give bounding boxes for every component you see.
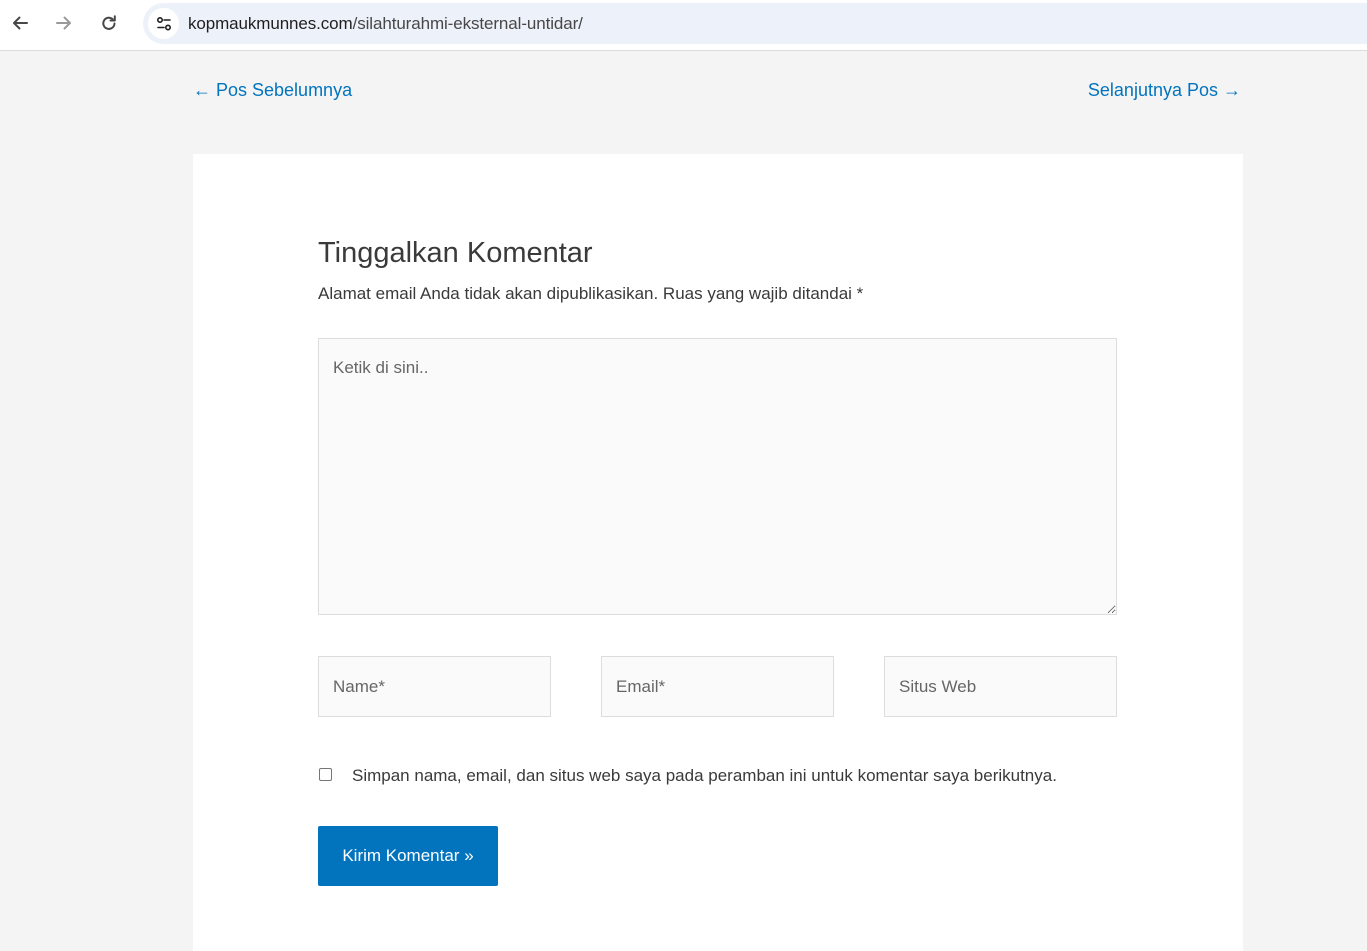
arrow-right-icon <box>56 16 71 30</box>
url-path: /silahturahmi-eksternal-untidar/ <box>352 14 583 33</box>
comment-textarea[interactable] <box>318 338 1117 615</box>
browser-toolbar: kopmaukmunnes.com/silahturahmi-eksternal… <box>0 0 1367 51</box>
next-post-link[interactable]: Selanjutnya Pos → <box>1088 80 1241 101</box>
back-button[interactable] <box>4 7 36 39</box>
reload-icon <box>102 15 116 30</box>
save-info-checkbox[interactable] <box>319 768 332 781</box>
email-field[interactable] <box>601 656 834 717</box>
submit-comment-button[interactable]: Kirim Komentar » <box>318 826 498 886</box>
save-info-label[interactable]: Simpan nama, email, dan situs web saya p… <box>352 766 1057 786</box>
site-info-button[interactable] <box>148 8 179 39</box>
arrow-left-icon <box>13 16 28 30</box>
comment-form-title: Tinggalkan Komentar <box>318 237 593 269</box>
address-bar[interactable]: kopmaukmunnes.com/silahturahmi-eksternal… <box>143 3 1367 44</box>
tune-icon <box>156 16 171 31</box>
comment-card: Tinggalkan Komentar Alamat email Anda ti… <box>193 154 1243 951</box>
previous-post-link[interactable]: ← Pos Sebelumnya <box>193 80 352 101</box>
reload-button[interactable] <box>93 7 125 39</box>
comment-notes: Alamat email Anda tidak akan dipublikasi… <box>318 284 864 303</box>
url-domain: kopmaukmunnes.com <box>188 14 353 33</box>
name-field[interactable] <box>318 656 551 717</box>
website-field[interactable] <box>884 656 1117 717</box>
url-text[interactable]: kopmaukmunnes.com/silahturahmi-eksternal… <box>188 14 583 34</box>
forward-button[interactable] <box>48 7 80 39</box>
